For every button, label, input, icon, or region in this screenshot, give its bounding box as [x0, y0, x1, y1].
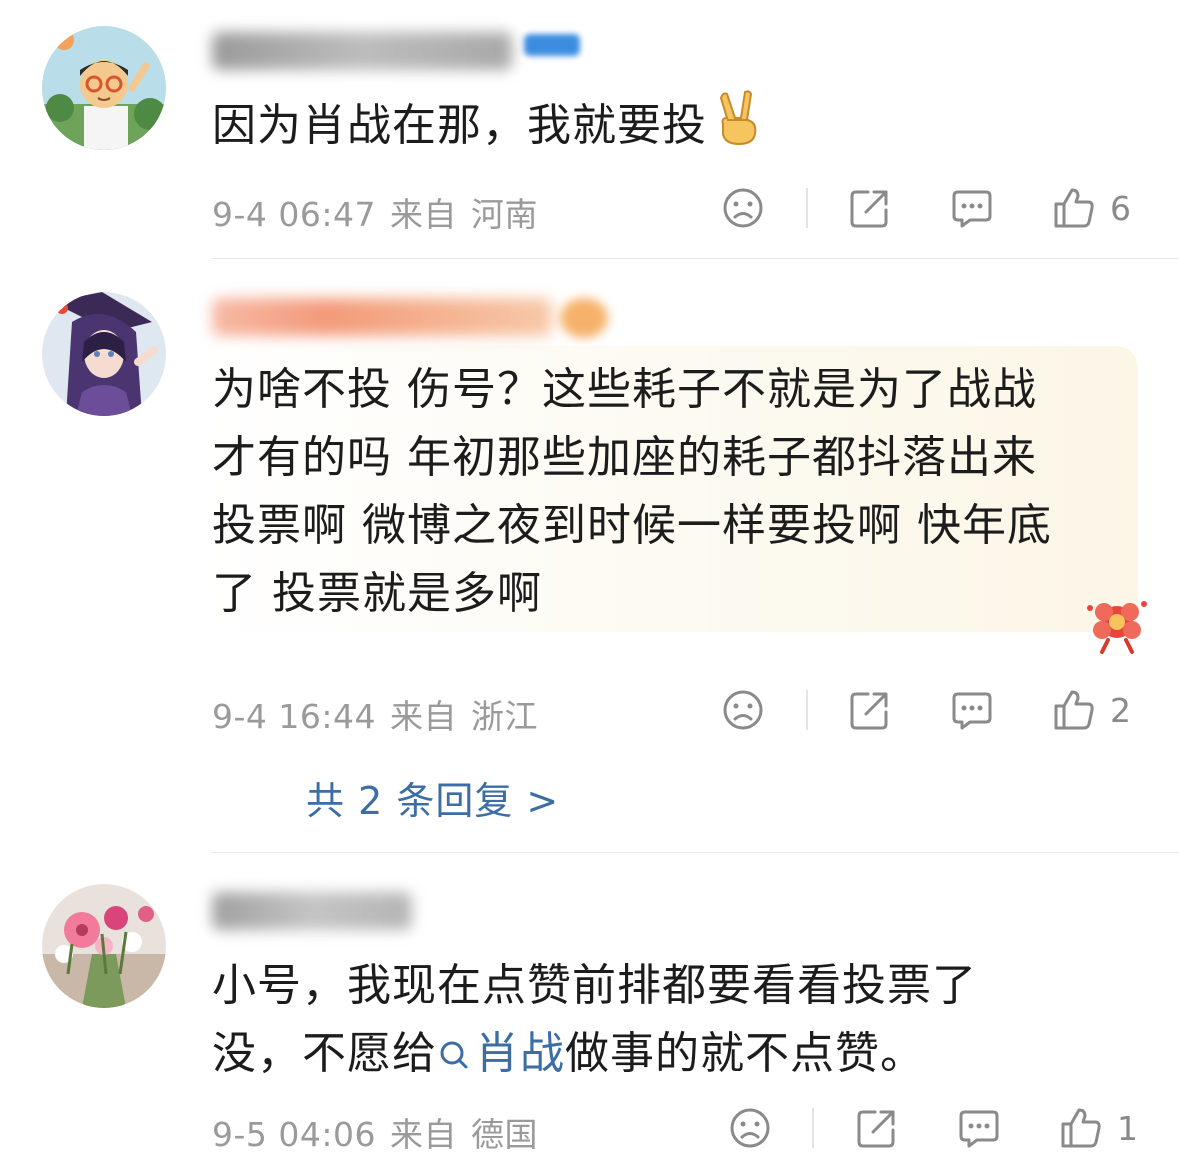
comment-button[interactable] [950, 680, 994, 740]
like-button[interactable]: 1 [1059, 1098, 1138, 1158]
share-icon [857, 1110, 895, 1148]
thumbs-up-icon [1061, 1108, 1101, 1148]
vip-badge [560, 298, 608, 338]
comment-actions: 1 [0, 1098, 1179, 1158]
comment-icon [952, 692, 992, 730]
comment-divider [212, 258, 1179, 259]
comment-text: 因为肖战在那，我就要投 [212, 90, 761, 166]
dislike-button[interactable] [721, 680, 765, 740]
like-count: 1 [1117, 1108, 1138, 1148]
comment-button[interactable] [957, 1098, 1001, 1158]
fan-badge[interactable] [524, 34, 580, 56]
comment-button[interactable] [950, 178, 994, 238]
like-count: 2 [1110, 690, 1131, 730]
like-button[interactable]: 6 [1052, 178, 1131, 238]
share-button[interactable] [855, 1098, 899, 1158]
comment-icon [959, 1110, 999, 1148]
avatar[interactable] [42, 292, 166, 416]
avatar[interactable] [42, 884, 166, 1008]
username-blurred[interactable] [212, 298, 552, 336]
comment-actions: 2 [0, 680, 1179, 740]
share-icon [850, 692, 888, 730]
topic-search-link[interactable]: 肖战 [437, 1028, 565, 1079]
username-blurred[interactable] [212, 32, 512, 70]
action-divider [806, 188, 808, 228]
share-icon [850, 190, 888, 228]
dislike-button[interactable] [721, 178, 765, 238]
sad-face-icon [723, 690, 763, 730]
like-button[interactable]: 2 [1052, 680, 1131, 740]
action-divider [806, 690, 808, 730]
search-icon [440, 1041, 468, 1069]
comment-text: 小号，我现在点赞前排都要看看投票了 没，不愿给 肖战做事的就不点赞。 [212, 960, 977, 1079]
username-blurred[interactable] [212, 892, 412, 930]
comment-icon [952, 190, 992, 228]
sad-face-icon [723, 188, 763, 228]
share-button[interactable] [848, 680, 892, 740]
share-button[interactable] [848, 178, 892, 238]
thumbs-up-icon [1054, 690, 1094, 730]
view-replies-link[interactable]: 共 2 条回复 > [306, 770, 559, 825]
like-count: 6 [1110, 188, 1131, 228]
victory-hand-emoji [713, 90, 761, 166]
flower-sticker-icon [1084, 594, 1150, 660]
action-divider [812, 1108, 814, 1148]
avatar[interactable] [42, 26, 166, 150]
comment-actions: 6 [0, 178, 1179, 238]
comment-text: 为啥不投 伤号？这些耗子不就是为了战战 才有的吗 年初那些加座的耗子都抖落出来 … [212, 364, 1052, 619]
sad-face-icon [730, 1108, 770, 1148]
dislike-button[interactable] [728, 1098, 772, 1158]
comment-divider [212, 852, 1179, 853]
thumbs-up-icon [1054, 188, 1094, 228]
